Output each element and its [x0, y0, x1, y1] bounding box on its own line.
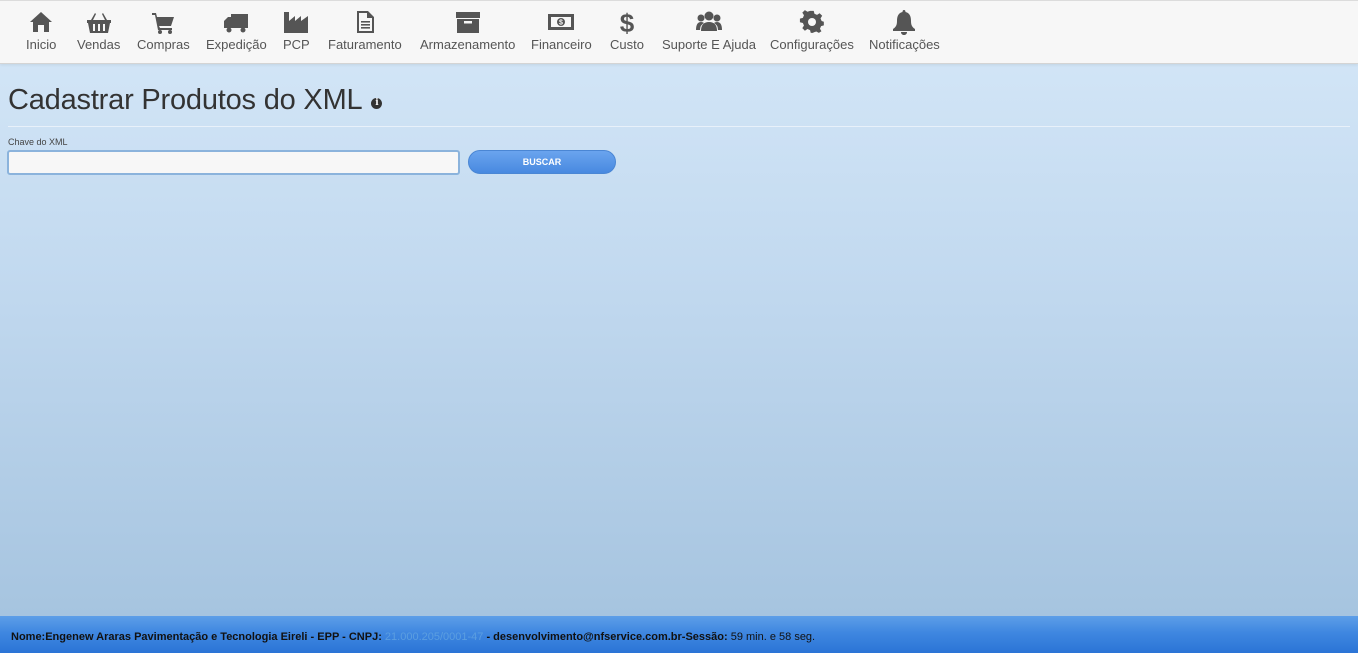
nav-label: Expedição: [206, 37, 267, 52]
nav-item-expedicao[interactable]: Expedição: [206, 9, 267, 57]
nav-item-notificacoes[interactable]: Notificações: [869, 9, 940, 57]
nav-label: Financeiro: [531, 37, 592, 52]
money-icon: $: [548, 14, 575, 30]
footer-company: Nome:Engenew Araras Pavimentação e Tecno…: [11, 631, 385, 643]
footer-info: Nome:Engenew Araras Pavimentação e Tecno…: [11, 631, 815, 643]
cart-icon: [152, 13, 175, 34]
nav-label: PCP: [283, 37, 310, 52]
truck-icon: [224, 14, 249, 33]
nav-item-inicio[interactable]: Inicio: [26, 9, 56, 57]
footer-cnpj: 21.000.205/0001-47: [384, 631, 484, 643]
basket-icon: [86, 13, 111, 33]
xml-key-label: Chave do XML: [8, 137, 68, 147]
dollar-icon: $: [620, 9, 635, 35]
nav-label: Compras: [137, 37, 190, 52]
archive-box-icon: [455, 12, 480, 33]
nav-label: Vendas: [77, 37, 121, 52]
header-divider: [8, 126, 1350, 127]
info-icon[interactable]: i: [371, 98, 383, 109]
footer-email: - desenvolvimento@nfservice.com.br-Sessã…: [483, 631, 731, 643]
search-button[interactable]: BUSCAR: [468, 150, 616, 174]
nav-item-compras[interactable]: Compras: [137, 9, 190, 57]
page-header: Cadastrar Produtos do XML i: [8, 84, 383, 117]
svg-text:$: $: [559, 20, 563, 27]
nav-item-configuracoes[interactable]: Configurações: [770, 9, 854, 57]
nav-label: Armazenamento: [420, 37, 516, 52]
users-icon: [695, 11, 722, 31]
nav-label: Custo: [610, 37, 644, 52]
nav-label: Inicio: [26, 37, 57, 52]
nav-item-pcp[interactable]: PCP: [283, 9, 310, 57]
nav-label: Configurações: [770, 37, 854, 52]
top-navigation: Inicio Vendas Compras Expedição PCP Fatu…: [0, 0, 1358, 64]
home-icon: [30, 12, 53, 32]
nav-item-vendas[interactable]: Vendas: [77, 9, 120, 57]
page-title: Cadastrar Produtos do XML: [8, 84, 363, 116]
nav-label: Faturamento: [328, 37, 402, 52]
xml-key-input[interactable]: [7, 150, 460, 175]
nav-item-financeiro[interactable]: $ Financeiro: [531, 9, 592, 57]
document-icon: [356, 11, 374, 33]
nav-label: Suporte E Ajuda: [662, 37, 756, 52]
factory-icon: [284, 12, 309, 33]
gear-icon: [799, 10, 824, 33]
nav-item-armazenamento[interactable]: Armazenamento: [420, 9, 515, 57]
bell-icon: [893, 10, 916, 35]
footer-session: 59 min. e 58 seg.: [730, 631, 816, 643]
svg-text:$: $: [620, 9, 635, 35]
status-footer: Nome:Engenew Araras Pavimentação e Tecno…: [0, 616, 1358, 653]
nav-item-custo[interactable]: $ Custo: [610, 9, 644, 57]
nav-item-faturamento[interactable]: Faturamento: [328, 9, 402, 57]
nav-label: Notificações: [869, 37, 940, 52]
nav-item-suporte-e-ajuda[interactable]: Suporte E Ajuda: [662, 9, 756, 57]
